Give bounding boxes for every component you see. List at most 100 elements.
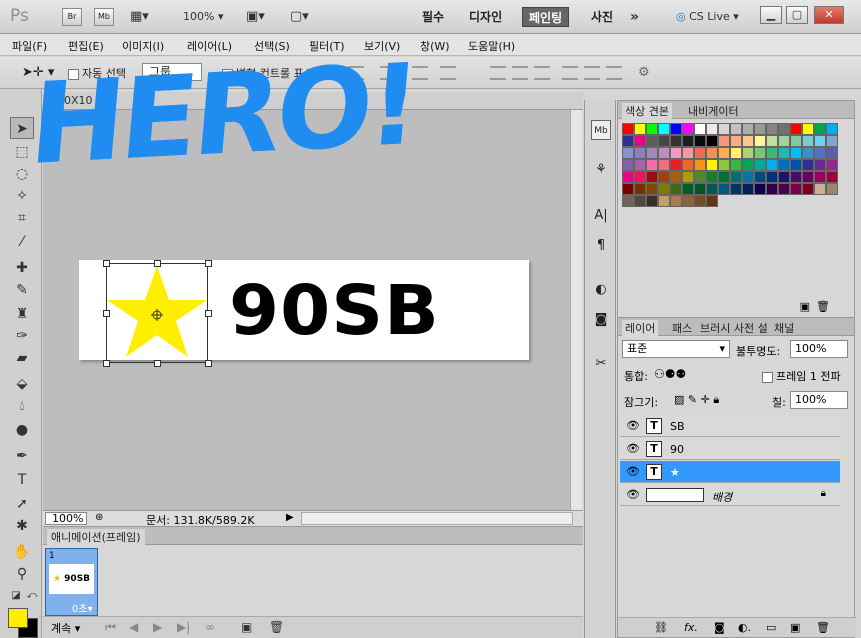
color-swatch[interactable] xyxy=(790,159,802,171)
tab-swatches[interactable]: 색상 견본 xyxy=(622,103,672,119)
color-swatch[interactable] xyxy=(658,171,670,183)
color-swatch[interactable] xyxy=(718,183,730,195)
color-swatch[interactable] xyxy=(670,171,682,183)
color-swatch[interactable] xyxy=(646,135,658,147)
canvas-area[interactable]: 90SB xyxy=(43,110,570,510)
document-tab[interactable]: 50X10 xyxy=(43,92,583,110)
color-swatch[interactable] xyxy=(622,183,634,195)
color-swatch[interactable] xyxy=(646,195,658,207)
new-layer-icon[interactable]: ▣ xyxy=(790,621,800,634)
move-tool-preset-icon[interactable]: ➤✛ ▾ xyxy=(22,65,54,80)
color-swatch[interactable] xyxy=(646,183,658,195)
tab-paths[interactable]: 패스 xyxy=(672,320,692,336)
eye-icon[interactable]: 👁︎ xyxy=(626,419,640,432)
clone-source-icon[interactable]: ⚘ xyxy=(591,160,611,180)
color-swatch[interactable] xyxy=(694,123,706,135)
color-swatch[interactable] xyxy=(802,147,814,159)
color-swatch[interactable] xyxy=(682,159,694,171)
maximize-button[interactable]: ▢ xyxy=(786,6,808,24)
delete-swatch-icon[interactable]: 🗑︎ xyxy=(816,300,830,313)
tween-icon[interactable]: ∞ xyxy=(205,620,215,634)
eraser-tool-icon[interactable]: ▰ xyxy=(10,347,34,369)
workspace-painting[interactable]: 페인팅 xyxy=(522,7,570,27)
color-swatch[interactable] xyxy=(802,123,814,135)
color-swatch[interactable] xyxy=(622,147,634,159)
color-swatch[interactable] xyxy=(706,135,718,147)
swap-colors-icon[interactable]: ⤺ xyxy=(20,585,44,607)
color-swatch[interactable] xyxy=(766,147,778,159)
distribute-right-icon[interactable] xyxy=(606,66,622,80)
color-swatch[interactable] xyxy=(706,195,718,207)
transform-bounding-box[interactable] xyxy=(103,260,212,367)
delete-layer-icon[interactable]: 🗑︎ xyxy=(816,621,830,634)
color-swatch[interactable] xyxy=(778,135,790,147)
opacity-field[interactable]: 100% xyxy=(790,340,848,358)
color-swatch[interactable] xyxy=(682,123,694,135)
auto-select-target-dropdown[interactable]: 그룹 xyxy=(142,63,202,81)
color-swatch[interactable] xyxy=(718,159,730,171)
paragraph-panel-icon[interactable]: ¶ xyxy=(591,236,611,256)
character-panel-icon[interactable]: A| xyxy=(591,206,611,226)
color-swatch[interactable] xyxy=(682,147,694,159)
play-icon[interactable]: ▶ xyxy=(153,620,162,634)
color-swatch[interactable] xyxy=(634,183,646,195)
color-swatch[interactable] xyxy=(802,171,814,183)
color-swatch[interactable] xyxy=(790,135,802,147)
color-swatch[interactable] xyxy=(802,159,814,171)
eye-icon[interactable]: 👁︎ xyxy=(626,465,640,478)
clone-stamp-tool-icon[interactable]: ♜ xyxy=(10,303,34,325)
color-swatch[interactable] xyxy=(694,183,706,195)
color-swatch[interactable] xyxy=(766,171,778,183)
color-swatch[interactable] xyxy=(622,135,634,147)
color-swatch[interactable] xyxy=(682,135,694,147)
transform-handle-tl[interactable] xyxy=(103,260,110,267)
transform-handle-b[interactable] xyxy=(154,360,161,367)
color-swatch[interactable] xyxy=(682,183,694,195)
color-swatch[interactable] xyxy=(814,183,826,195)
color-swatch[interactable] xyxy=(814,123,826,135)
screen-mode-icon[interactable]: ▢▾ xyxy=(290,7,309,27)
align-vcenter-icon[interactable] xyxy=(380,66,396,80)
propagate-frame-checkbox[interactable]: 프레임 1 전파 xyxy=(762,368,841,384)
film-icon[interactable]: ▦▾ xyxy=(130,7,149,27)
color-swatch[interactable] xyxy=(670,135,682,147)
color-swatch[interactable] xyxy=(634,195,646,207)
transform-handle-br[interactable] xyxy=(205,360,212,367)
color-swatch[interactable] xyxy=(826,123,838,135)
color-swatch[interactable] xyxy=(658,159,670,171)
new-swatch-icon[interactable]: ▣ xyxy=(800,300,810,313)
color-swatch[interactable] xyxy=(826,171,838,183)
color-swatch[interactable] xyxy=(718,135,730,147)
blur-tool-icon[interactable]: 💧︎ xyxy=(10,395,34,417)
color-swatch[interactable] xyxy=(694,171,706,183)
color-swatch[interactable] xyxy=(634,171,646,183)
fill-field[interactable]: 100% xyxy=(790,391,848,409)
color-swatch[interactable] xyxy=(742,135,754,147)
transform-handle-t[interactable] xyxy=(154,260,161,267)
color-swatch[interactable] xyxy=(730,171,742,183)
color-swatch[interactable] xyxy=(826,183,838,195)
color-swatch[interactable] xyxy=(826,135,838,147)
layer-sb[interactable]: 👁︎ T SB xyxy=(620,415,840,437)
tab-brush-presets[interactable]: 브러시 사전 설 xyxy=(700,320,768,336)
color-swatch[interactable] xyxy=(814,171,826,183)
new-group-icon[interactable]: ▭ xyxy=(766,621,776,634)
color-swatch[interactable] xyxy=(778,147,790,159)
color-swatch[interactable] xyxy=(682,195,694,207)
color-swatch[interactable] xyxy=(622,195,634,207)
status-info-icon[interactable]: ⊛ xyxy=(95,512,103,523)
minibridge-panel-icon[interactable]: Mb xyxy=(591,120,611,140)
fx-icon[interactable]: fx. xyxy=(684,621,698,634)
move-tool-icon[interactable]: ➤ xyxy=(10,117,34,139)
minibridge-button[interactable]: Mb xyxy=(94,8,114,26)
minimize-button[interactable]: ▁ xyxy=(760,6,782,24)
pen-tool-icon[interactable]: ✒ xyxy=(10,445,34,467)
align-left-icon[interactable] xyxy=(440,66,456,80)
transform-handle-l[interactable] xyxy=(103,310,110,317)
color-swatch[interactable] xyxy=(778,159,790,171)
color-swatch[interactable] xyxy=(826,147,838,159)
color-swatch[interactable] xyxy=(694,147,706,159)
color-swatch[interactable] xyxy=(718,147,730,159)
color-swatch[interactable] xyxy=(646,171,658,183)
color-swatch[interactable] xyxy=(706,171,718,183)
